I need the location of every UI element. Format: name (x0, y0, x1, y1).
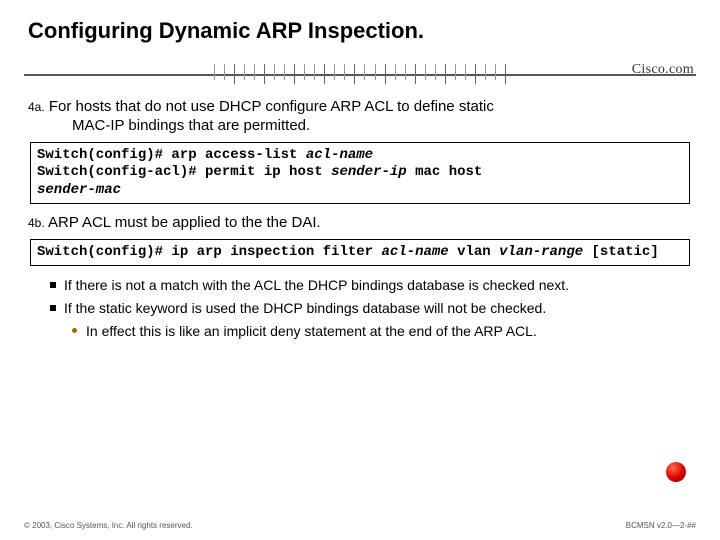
code4a-l1-arg: acl-name (306, 147, 373, 163)
slide: Configuring Dynamic ARP Inspection. Cisc… (0, 0, 720, 540)
code4a-l3-arg: sender-mac (37, 182, 121, 198)
footer-right: BCMSN v2.0—2-## (626, 521, 696, 530)
bullet-2: If the static keyword is used the DHCP b… (50, 299, 688, 318)
code4a-l1-prompt: Switch(config)# (37, 147, 171, 163)
step-4a-line1: For hosts that do not use DHCP configure… (49, 98, 494, 115)
code-box-4b: Switch(config)# ip arp inspection filter… (30, 239, 690, 267)
code4a-l2-arg1: sender-ip (331, 164, 407, 180)
code4b-l1-arg2: vlan-range (499, 244, 583, 260)
logo-text: Cisco.com (632, 62, 694, 77)
code-box-4a: Switch(config)# arp access-list acl-name… (30, 142, 690, 205)
code4a-l1-cmd: arp access-list (171, 147, 305, 163)
step-4b-num: 4b. (28, 216, 45, 230)
step-4b-text: ARP ACL must be applied to the the DAI. (48, 214, 321, 231)
cisco-logo: Cisco.com (632, 62, 694, 78)
footer: © 2003, Cisco Systems, Inc. All rights r… (0, 521, 720, 530)
step-4a: 4a. For hosts that do not use DHCP confi… (28, 98, 692, 136)
slide-title: Configuring Dynamic ARP Inspection. (28, 18, 696, 44)
bullet-1: If there is not a match with the ACL the… (50, 276, 688, 295)
bullet-list: If there is not a match with the ACL the… (50, 276, 688, 341)
step-4a-line2: MAC-IP bindings that are permitted. (72, 117, 692, 136)
code4a-l2-cmd2: mac host (407, 164, 491, 180)
footer-left: © 2003, Cisco Systems, Inc. All rights r… (24, 521, 193, 530)
code4a-l2-prompt: Switch(config-acl)# (37, 164, 205, 180)
step-4b: 4b. ARP ACL must be applied to the the D… (28, 214, 692, 233)
divider-ticks (214, 64, 506, 82)
divider: Cisco.com (24, 58, 696, 92)
code4a-l2-cmd1: permit ip host (205, 164, 331, 180)
code4b-l1-cmd2: vlan (449, 244, 499, 260)
step-4a-num: 4a. (28, 100, 45, 114)
code4b-l1-cmd3: [static] (583, 244, 659, 260)
bullet-2-1: In effect this is like an implicit deny … (72, 322, 688, 341)
red-dot-icon (666, 462, 686, 482)
code4b-l1-cmd: ip arp inspection filter (171, 244, 381, 260)
code4b-l1-prompt: Switch(config)# (37, 244, 171, 260)
code4b-l1-arg1: acl-name (381, 244, 448, 260)
